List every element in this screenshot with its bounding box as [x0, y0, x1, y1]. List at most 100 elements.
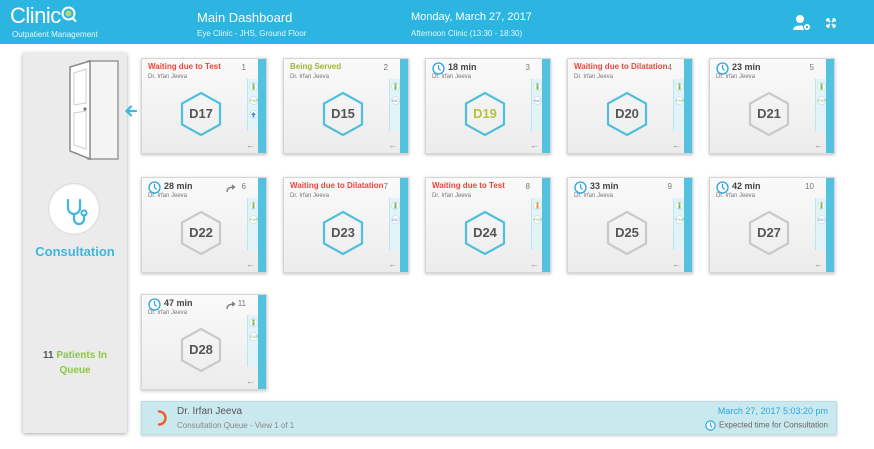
back-arrow-icon[interactable]: ←: [246, 376, 255, 386]
badge-column: PUP: [247, 198, 258, 250]
card-status: Waiting due to Dilatation: [574, 62, 668, 71]
patient-card[interactable]: Being Served Dr. Irfan Jeeva 2 D15 INC ←: [283, 58, 409, 154]
person-icon[interactable]: [391, 82, 400, 91]
back-arrow-icon[interactable]: ←: [388, 140, 397, 150]
queue-position: 4: [667, 63, 672, 72]
badge-column: PUP: [247, 315, 258, 367]
wait-time: 18 min: [448, 62, 477, 72]
card-accent-strip: [542, 59, 550, 153]
patient-card[interactable]: 23 min Dr. Irfan Jeeva 5 D21 PUP ←: [709, 58, 835, 154]
wait-time: 42 min: [732, 181, 761, 191]
patient-card[interactable]: 18 min Dr. Irfan Jeeva 3 D19 INC ←: [425, 58, 551, 154]
fullscreen-icon[interactable]: [821, 13, 841, 33]
badge-pup[interactable]: PUP: [817, 96, 826, 105]
badge-pup[interactable]: PUP: [249, 332, 258, 341]
room-code: D27: [757, 225, 781, 240]
card-accent-strip: [826, 178, 834, 272]
clinic-session: Afternoon Clinic (13:30 - 18:30): [411, 29, 523, 38]
wait-time: 28 min: [164, 181, 193, 191]
badge-pup[interactable]: PUP: [249, 96, 258, 105]
logo-text: Clinic: [10, 3, 61, 28]
footer-queue-view: Consultation Queue - View 1 of 1: [177, 421, 295, 430]
badge-column: PUP: [673, 79, 684, 131]
back-arrow-icon[interactable]: ←: [814, 259, 823, 269]
card-accent-strip: [258, 59, 266, 153]
expected-time-label: Expected time for Consultation: [719, 420, 828, 430]
back-arrow-icon[interactable]: ←: [246, 140, 255, 150]
clock-icon: [705, 420, 716, 431]
back-arrow-icon[interactable]: ←: [814, 140, 823, 150]
person-icon[interactable]: [533, 82, 542, 91]
card-status: Waiting due to Test: [148, 62, 221, 71]
patient-card[interactable]: 28 min Dr. Irfan Jeeva 6 D22 PUP ←: [141, 177, 267, 273]
door-icon: [68, 59, 120, 161]
queue-summary: 11 Patients In Queue: [31, 348, 119, 378]
badge-inc[interactable]: INC: [817, 215, 826, 224]
back-arrow-icon[interactable]: ←: [246, 259, 255, 269]
card-accent-strip: [542, 178, 550, 272]
card-doctor-name: Dr. Irfan Jeeva: [716, 193, 756, 199]
patient-card[interactable]: Waiting due to Test Dr. Irfan Jeeva 1 D17 PU…: [141, 58, 267, 154]
badge-inc[interactable]: INC: [391, 96, 400, 105]
logo-magnifier-icon: [61, 4, 78, 28]
badge-inc[interactable]: INC: [391, 215, 400, 224]
room-code: D19: [473, 106, 497, 121]
queue-position: 1: [241, 63, 246, 72]
queue-position: 5: [809, 63, 814, 72]
card-status: Waiting due to Dilatation: [290, 181, 384, 190]
card-doctor-name: Dr. Irfan Jeeva: [290, 193, 330, 199]
queue-position: 11: [237, 299, 246, 308]
person-icon[interactable]: [249, 201, 258, 210]
person-icon[interactable]: [249, 318, 258, 327]
person-icon[interactable]: [817, 201, 826, 210]
queue-position: 10: [805, 182, 814, 191]
app-subtitle: Outpatient Management: [12, 30, 98, 39]
header-bar: Clinic Outpatient Management Main Dashbo…: [0, 0, 874, 44]
redirect-icon: [226, 298, 236, 310]
queue-position: 8: [525, 182, 530, 191]
room-code: D15: [331, 106, 355, 121]
back-arrow-icon[interactable]: ←: [530, 259, 539, 269]
wait-time: 23 min: [732, 62, 761, 72]
badge-inc[interactable]: INC: [533, 96, 542, 105]
badge-pup[interactable]: PUP: [675, 215, 684, 224]
wait-time: 33 min: [590, 181, 619, 191]
card-doctor-name: Dr. Irfan Jeeva: [432, 74, 472, 80]
badge-pup[interactable]: PUP: [249, 215, 258, 224]
badge-pup[interactable]: PUP: [533, 215, 542, 224]
back-arrow-icon[interactable]: ←: [388, 259, 397, 269]
queue-position: 2: [383, 63, 388, 72]
room-code: D17: [189, 106, 213, 121]
card-doctor-name: Dr. Irfan Jeeva: [148, 193, 188, 199]
badge-column: PUP: [673, 198, 684, 250]
queue-label: Patients In Queue: [56, 350, 107, 376]
room-code: D25: [615, 225, 639, 240]
back-arrow-icon[interactable]: ←: [530, 140, 539, 150]
room-code: D28: [189, 342, 213, 357]
back-arrow-icon[interactable]: ←: [672, 140, 681, 150]
patient-card[interactable]: Waiting due to Test Dr. Irfan Jeeva 8 D24 PU…: [425, 177, 551, 273]
queue-footer: Dr. Irfan Jeeva Consultation Queue - Vie…: [141, 401, 837, 435]
person-icon[interactable]: [249, 82, 258, 91]
patient-card[interactable]: 42 min Dr. Irfan Jeeva 10 D27 INC ←: [709, 177, 835, 273]
person-icon[interactable]: [817, 82, 826, 91]
footer-doctor-name: Dr. Irfan Jeeva: [177, 406, 243, 417]
badge-pup[interactable]: PUP: [675, 96, 684, 105]
app-logo: Clinic: [10, 4, 78, 28]
patient-card[interactable]: Waiting due to Dilatation Dr. Irfan Jeeva…: [283, 177, 409, 273]
patient-card[interactable]: 33 min Dr. Irfan Jeeva 9 D25 PUP ←: [567, 177, 693, 273]
person-icon[interactable]: [675, 82, 684, 91]
card-status: Waiting due to Test: [432, 181, 505, 190]
queue-position: 3: [525, 63, 530, 72]
arrow-up-icon[interactable]: [249, 110, 258, 119]
person-icon[interactable]: [391, 201, 400, 210]
user-settings-icon[interactable]: [792, 13, 812, 33]
patient-card[interactable]: 47 min Dr. Irfan Jeeva 11 D28 PUP ←: [141, 294, 267, 390]
patient-card[interactable]: Waiting due to Dilatation Dr. Irfan Jeeva…: [567, 58, 693, 154]
loading-spinner-icon: [151, 410, 167, 426]
back-arrow-icon[interactable]: ←: [672, 259, 681, 269]
person-icon[interactable]: [675, 201, 684, 210]
badge-column: PUP: [815, 79, 826, 131]
person-icon[interactable]: [533, 201, 542, 210]
card-accent-strip: [684, 59, 692, 153]
